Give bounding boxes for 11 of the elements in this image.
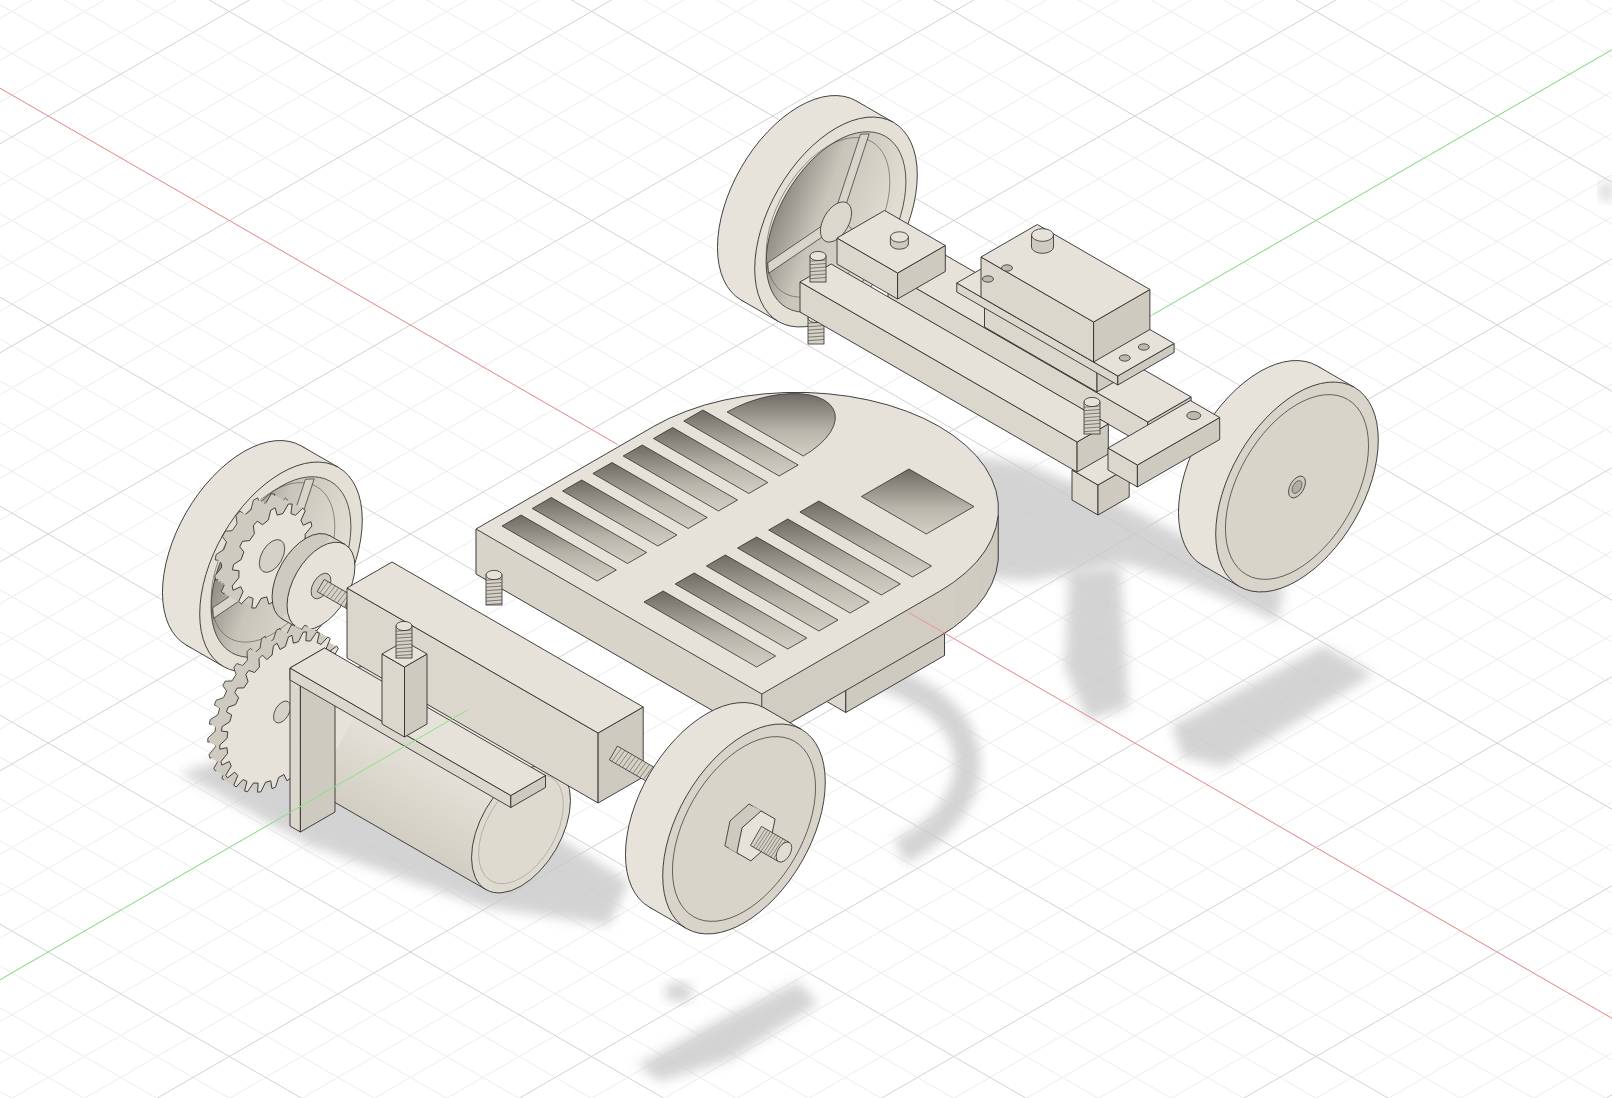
threaded-stud: [809, 251, 827, 283]
threaded-bolt: [750, 826, 793, 863]
mounting-hole: [1118, 354, 1131, 362]
threaded-stud: [1083, 397, 1101, 435]
pivot-pin: [890, 231, 909, 250]
threaded-stud: [395, 621, 413, 659]
mounting-hole: [1137, 343, 1150, 351]
mounting-hole: [982, 275, 994, 283]
mounting-hole: [1001, 264, 1013, 272]
mounting-hole: [1186, 411, 1202, 420]
axle-hole: [1288, 475, 1306, 499]
